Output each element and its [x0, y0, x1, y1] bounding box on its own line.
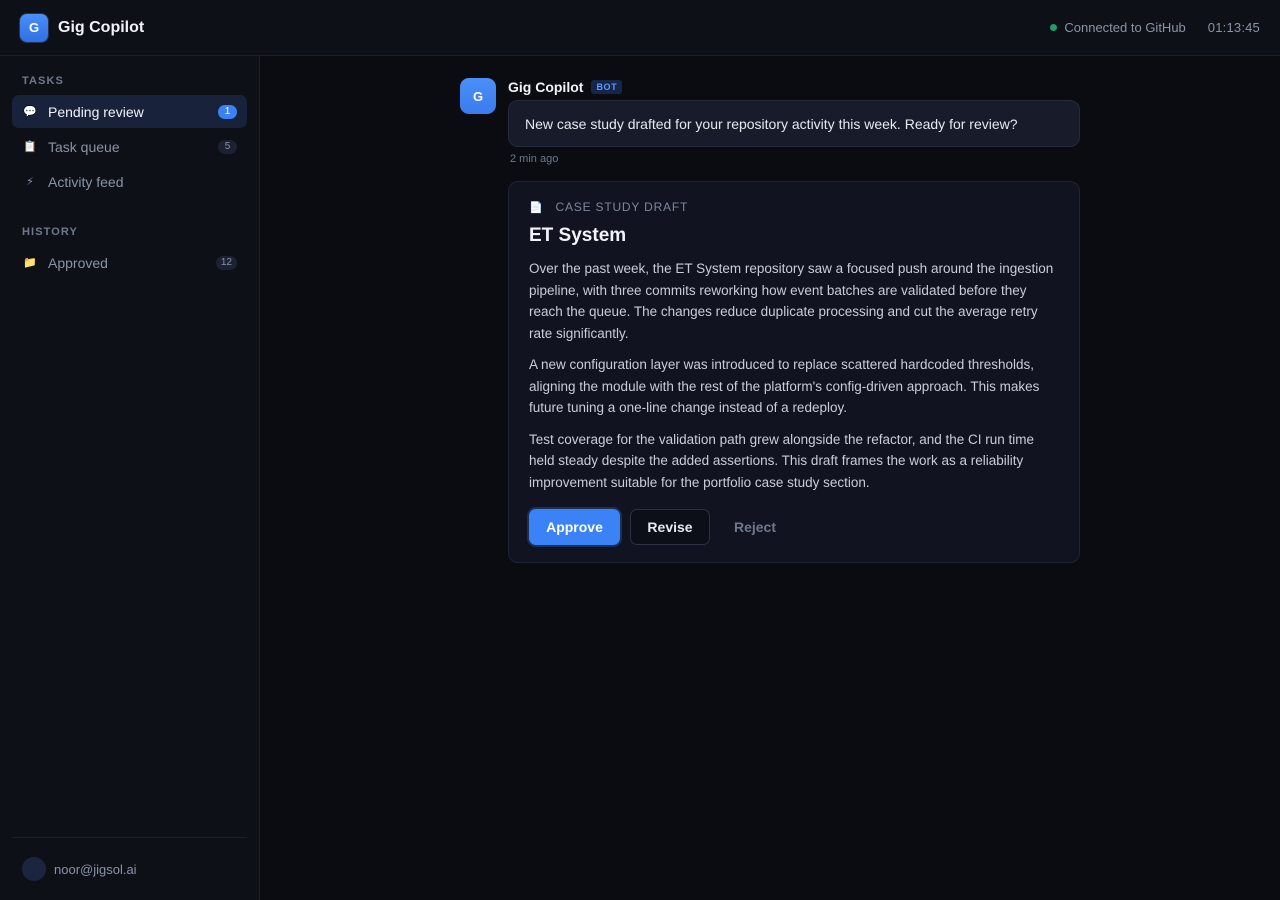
document-icon: 📄: [529, 201, 544, 214]
sender-name: Gig Copilot: [508, 79, 584, 95]
count-badge: 5: [218, 139, 237, 154]
revise-button[interactable]: Revise: [630, 509, 710, 545]
sidebar-item-label: Pending review: [48, 103, 144, 120]
user-footer[interactable]: noor@jigsol.ai: [12, 837, 247, 900]
tasks-section-label: TASKS: [22, 75, 64, 87]
app-logo: G: [20, 13, 48, 42]
card-title: ET System: [529, 225, 627, 246]
card-paragraph: A new configuration layer was introduced…: [529, 357, 1040, 415]
sidebar-item-pending-review[interactable]: 💬 Pending review 1: [12, 95, 247, 128]
app-title: Gig Copilot: [58, 18, 145, 36]
chat-main: G Gig Copilot BOT New case study drafted…: [260, 56, 1280, 900]
sidebar-item-approved[interactable]: 📁 Approved 12: [12, 246, 247, 279]
sidebar-item-task-queue[interactable]: 📋 Task queue 5: [12, 130, 247, 163]
avatar: [22, 857, 46, 881]
message-text: New case study drafted for your reposito…: [525, 115, 1018, 132]
reject-button[interactable]: Reject: [716, 509, 794, 545]
count-badge: 1: [218, 104, 237, 119]
card-kicker-label: CASE STUDY DRAFT: [555, 200, 689, 214]
user-email: noor@jigsol.ai: [54, 861, 137, 877]
sidebar-item-activity-feed[interactable]: ⚡ Activity feed: [12, 165, 247, 198]
connection-status-dot: [1050, 24, 1058, 31]
clock: 01:13:45: [1207, 20, 1260, 35]
count-badge: 12: [215, 255, 237, 270]
approve-button[interactable]: Approve: [529, 509, 620, 545]
top-bar: G Gig Copilot Connected to GitHub 01:13:…: [0, 0, 1280, 56]
message-timestamp: 2 min ago: [510, 153, 559, 165]
card-body: Over the past week, the ET System reposi…: [529, 258, 1059, 493]
card-kicker: 📄 CASE STUDY DRAFT: [529, 200, 1059, 214]
sidebar-item-label: Task queue: [48, 138, 120, 155]
card-actions: Approve Revise Reject: [529, 509, 1059, 545]
clipboard-icon: 📋: [23, 141, 37, 153]
bot-avatar: G: [460, 78, 496, 114]
folder-icon: 📁: [23, 257, 37, 269]
sidebar-item-label: Approved: [48, 254, 108, 271]
message-header: Gig Copilot BOT: [508, 79, 623, 95]
lightning-icon: ⚡: [26, 176, 34, 188]
card-paragraph: Over the past week, the ET System reposi…: [529, 261, 1054, 341]
message-bubble: New case study drafted for your reposito…: [508, 100, 1080, 147]
bot-badge: BOT: [591, 80, 623, 94]
sidebar: TASKS 💬 Pending review 1 📋 Task queue 5 …: [0, 56, 260, 900]
case-study-card: 📄 CASE STUDY DRAFT ET System Over the pa…: [508, 181, 1080, 563]
topbar-status: Connected to GitHub 01:13:45: [1050, 20, 1260, 35]
sidebar-item-label: Activity feed: [48, 173, 124, 190]
card-paragraph: Test coverage for the validation path gr…: [529, 431, 1035, 490]
connection-status: Connected to GitHub: [1064, 20, 1186, 35]
history-section-label: HISTORY: [22, 226, 78, 238]
speech-bubble-icon: 💬: [23, 106, 37, 118]
